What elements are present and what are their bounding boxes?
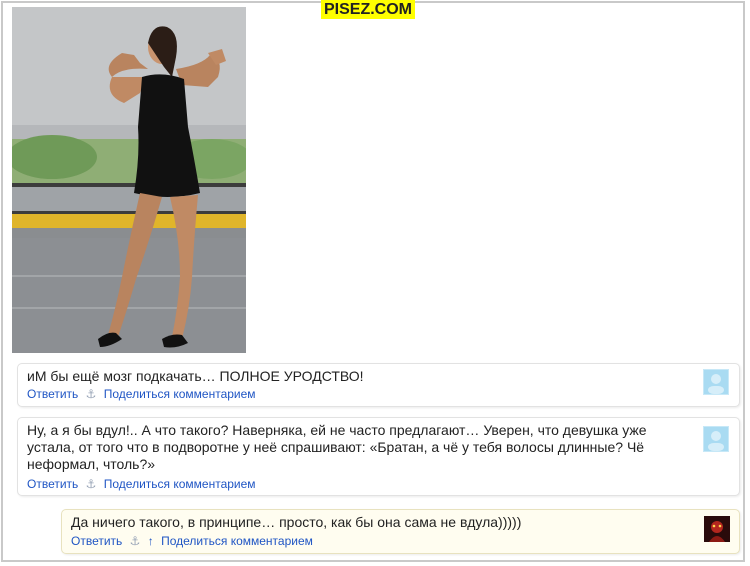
default-avatar-icon[interactable] xyxy=(703,426,729,452)
reply-link[interactable]: Ответить xyxy=(71,534,122,548)
comment-actions: Ответить ⚓ Поделиться комментарием xyxy=(27,387,260,401)
comment-text: Ну, а я бы вдул!.. А что такого? Наверня… xyxy=(27,422,647,472)
user-avatar-icon[interactable] xyxy=(704,516,730,542)
anchor-icon[interactable]: ⚓ xyxy=(86,387,97,401)
watermark: PISEZ.COM xyxy=(321,0,416,19)
anchor-icon[interactable]: ⚓ xyxy=(86,477,97,491)
post-photo xyxy=(12,7,246,353)
parent-comment-arrow-icon[interactable]: ↑ xyxy=(148,534,154,548)
share-comment-link[interactable]: Поделиться комментарием xyxy=(161,534,313,548)
reply-comment-card: Да ничего такого, в принципе… просто, ка… xyxy=(61,509,740,554)
photo-illustration xyxy=(12,7,246,353)
comment-actions: Ответить ⚓ ↑ Поделиться комментарием xyxy=(71,534,317,548)
anchor-icon[interactable]: ⚓ xyxy=(130,534,141,548)
comment-actions: Ответить ⚓ Поделиться комментарием xyxy=(27,477,260,491)
reply-link[interactable]: Ответить xyxy=(27,387,78,401)
share-comment-link[interactable]: Поделиться комментарием xyxy=(104,477,256,491)
reply-link[interactable]: Ответить xyxy=(27,477,78,491)
comment-card: иМ бы ещё мозг подкачать… ПОЛНОЕ УРОДСТВ… xyxy=(17,363,740,407)
comment-text: иМ бы ещё мозг подкачать… ПОЛНОЕ УРОДСТВ… xyxy=(27,368,364,384)
comment-text: Да ничего такого, в принципе… просто, ка… xyxy=(71,514,522,530)
default-avatar-icon[interactable] xyxy=(703,369,729,395)
comment-card: Ну, а я бы вдул!.. А что такого? Наверня… xyxy=(17,417,740,496)
share-comment-link[interactable]: Поделиться комментарием xyxy=(104,387,256,401)
